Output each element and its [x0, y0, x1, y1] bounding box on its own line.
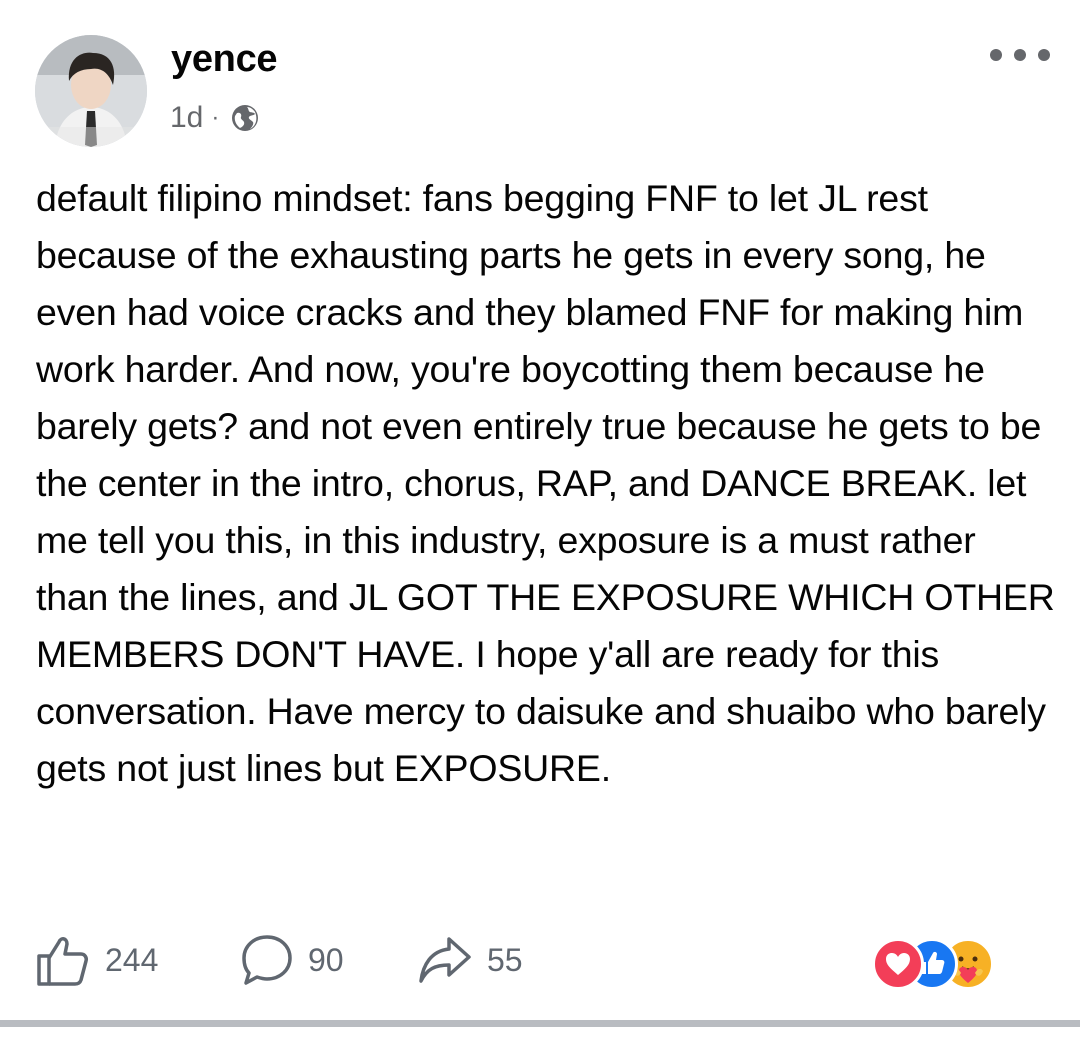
post-card: yence 1d · default filipino mindset: fan…: [0, 0, 1080, 1046]
post-time[interactable]: 1d: [170, 101, 203, 135]
like-count: 244: [105, 941, 159, 978]
comment-button[interactable]: 90: [240, 930, 344, 990]
share-count: 55: [487, 941, 523, 978]
comment-count: 90: [308, 941, 344, 978]
more-dot-icon: [1038, 49, 1050, 61]
share-arrow-icon: [419, 937, 471, 983]
thumbs-up-icon: [37, 937, 88, 986]
meta-separator: ·: [211, 104, 220, 131]
love-reaction-icon: [872, 938, 924, 990]
more-options-button[interactable]: [990, 40, 1050, 70]
post-divider: [0, 1020, 1080, 1027]
more-dot-icon: [1014, 49, 1026, 61]
avatar[interactable]: [35, 35, 147, 147]
more-dot-icon: [990, 49, 1002, 61]
avatar-photo: [35, 35, 147, 147]
author-name[interactable]: yence: [171, 38, 278, 81]
comment-bubble-icon: [242, 935, 292, 985]
like-button[interactable]: 244: [35, 930, 158, 990]
reaction-summary[interactable]: [872, 938, 1044, 990]
share-button[interactable]: 55: [417, 930, 523, 990]
post-meta: 1d ·: [170, 98, 259, 138]
post-text: default filipino mindset: fans begging F…: [36, 177, 1055, 789]
globe-icon: [231, 104, 259, 132]
